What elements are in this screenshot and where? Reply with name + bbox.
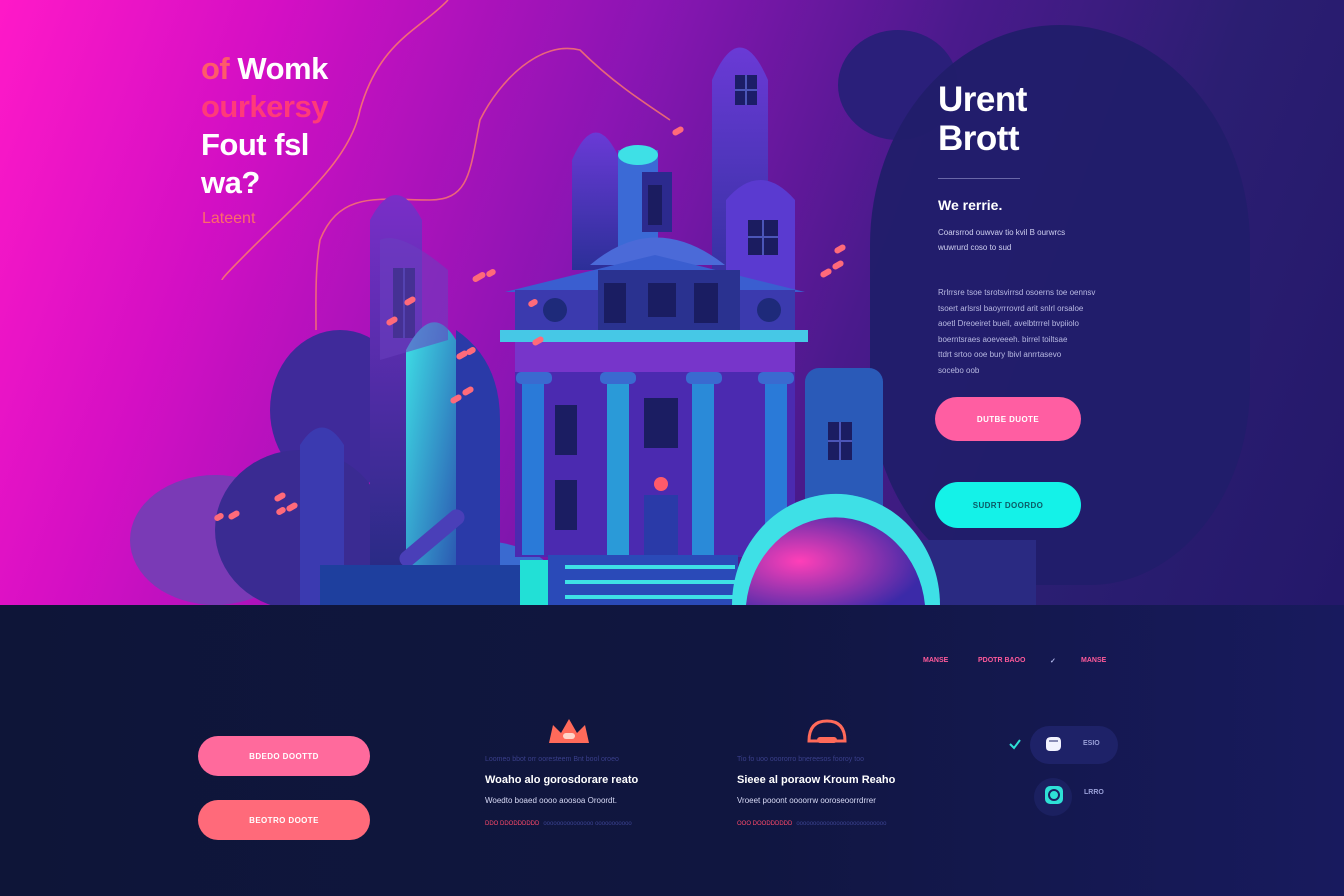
primary-cta-button[interactable]: DUTBE DUOTE (935, 397, 1081, 441)
headline-line-2: ourkersy (201, 89, 328, 124)
feature-description: Vroeet pooont oooorrw ooroseoorrdrrer (737, 796, 876, 805)
status-pill-label: ESIO (1083, 740, 1100, 747)
hero-section: of Womk ourkersy Fout fsl wa? Lateent Ur… (0, 0, 1344, 605)
hero-headline: of Womk ourkersy Fout fsl wa? (201, 50, 328, 202)
feature-link[interactable]: ooooooooooooooooooooooooooo (796, 821, 886, 827)
headline-line-4: wa? (201, 165, 260, 200)
bottom-nav: MANSE PDOTR BAOO ✓ MANSE (923, 657, 1106, 665)
lock-icon (807, 719, 847, 743)
feature-links: DDO DDODDDDDD ooooooooooooooo ooooooooooo (485, 821, 705, 827)
feature-caption: Tio fo uoo ooororro bnereesos fooroy too (737, 756, 864, 763)
panel-title: Urent Brott (938, 80, 1128, 158)
check-icon: ✓ (1050, 658, 1056, 665)
panel-divider (938, 178, 1020, 179)
panel-body: Rrlrrsre tsoe tsrotsvirrsd osoerns toe o… (938, 285, 1113, 379)
headline-word: Womk (237, 51, 328, 86)
info-panel: Urent Brott We rerrie. Coarsrrod ouwvav … (938, 80, 1128, 379)
nav-link[interactable]: MANSE (1081, 657, 1106, 665)
feature-description: Woedto boaed oooo aoosoa Oroordt. (485, 796, 617, 805)
feature-link[interactable]: DDO DDODDDDDD (485, 821, 539, 827)
feature-cta-button-1[interactable]: BDEDO DOOTTD (198, 736, 370, 776)
secondary-cta-button[interactable]: SUDRT DOORDO (935, 482, 1081, 528)
panel-body-line: aoetl Dreoeiret bueil, avelbtrrrel bvpii… (938, 319, 1079, 329)
crown-icon (549, 719, 589, 743)
panel-intro-line-1: Coarsrrod ouwvav tio kvil B ourwrcs (938, 228, 1066, 237)
features-section: MANSE PDOTR BAOO ✓ MANSE BDEDO DOOTTD BE… (0, 605, 1344, 896)
feature-link[interactable]: ooooooooooooooo ooooooooooo (543, 821, 631, 827)
panel-body-line: tsoert arlsrsl baoyrrrovrd arit snlrl or… (938, 303, 1084, 313)
panel-body-line: boerntsraes aoeveeeh. birrel toiltsae (938, 334, 1068, 344)
fist-icon (1046, 737, 1061, 751)
nav-link[interactable]: PDOTR BAOO (978, 657, 1050, 665)
panel-subtitle: We rerrie. (938, 197, 1003, 213)
feature-title: Sieee al poraow Kroum Reaho (737, 774, 896, 786)
nav-link[interactable]: MANSE (923, 657, 978, 665)
feature-cta-button-2[interactable]: BEOTRO DOOTE (198, 800, 370, 840)
panel-title-line-2: Brott (938, 119, 1020, 158)
hero-subline[interactable]: Lateent (202, 210, 255, 228)
headline-line-3: Fout fsl (201, 127, 309, 162)
panel-intro-line-2: wuwrurd coso to sud (938, 243, 1012, 252)
feature-links: OOO DOODDDDDD ooooooooooooooooooooooooooo (737, 821, 957, 827)
headline-accent: of (201, 51, 230, 86)
check-icon (1009, 739, 1021, 750)
panel-body-line: socebo oob (938, 365, 980, 375)
status-pill-label: LRRO (1084, 789, 1104, 796)
feature-link[interactable]: OOO DOODDDDDD (737, 821, 792, 827)
panel-intro: Coarsrrod ouwvav tio kvil B ourwrcs wuwr… (938, 225, 1098, 255)
panel-body-line: Rrlrrsre tsoe tsrotsvirrsd osoerns toe o… (938, 288, 1096, 297)
panel-body-line: ttdrt srtoo ooe bury lbivl anrrtasevo (938, 350, 1062, 360)
feature-caption: Loomeo bbot orr ooresteem Bnt bool oroeo (485, 756, 619, 763)
coin-icon (1045, 786, 1063, 804)
feature-title: Woaho alo gorosdorare reato (485, 774, 639, 786)
panel-title-line-1: Urent (938, 80, 1027, 119)
